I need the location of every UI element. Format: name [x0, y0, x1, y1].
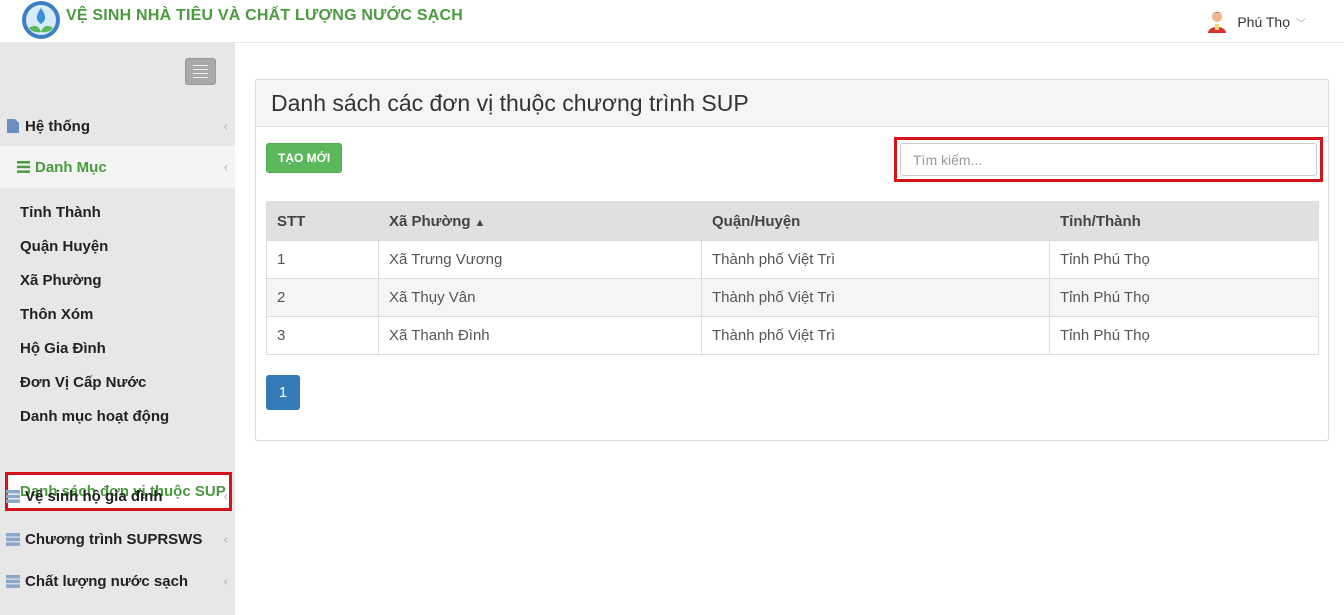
cell-stt: 3: [266, 316, 379, 355]
server-icon: [6, 574, 20, 588]
cell-tinh-thanh: Tỉnh Phú Thọ: [1049, 240, 1319, 279]
cell-tinh-thanh: Tỉnh Phú Thọ: [1049, 316, 1319, 355]
sidebar-subitem-ho-gia-dinh[interactable]: Hộ Gia Đình: [20, 340, 106, 357]
user-menu[interactable]: Phú Thọ ﹀: [1205, 10, 1306, 34]
sidebar-item-danh-muc[interactable]: Danh Mục ‹: [0, 146, 235, 188]
chevron-left-icon: ‹: [223, 118, 228, 134]
file-icon: [6, 119, 20, 133]
sidebar-subitem-quan-huyen[interactable]: Quận Huyện: [20, 238, 108, 255]
column-header-xa-phuong[interactable]: Xã Phường ▲: [378, 201, 702, 241]
search-input[interactable]: [900, 143, 1317, 176]
cell-xa-phuong: Xã Thụy Vân: [378, 278, 702, 317]
sidebar-item-label: Danh Mục: [35, 158, 107, 176]
search-highlight: [894, 137, 1323, 182]
chevron-left-icon: ‹: [223, 488, 228, 504]
column-header-stt[interactable]: STT: [266, 201, 379, 241]
column-header-tinh-thanh[interactable]: Tỉnh/Thành: [1049, 201, 1319, 241]
page-title: Danh sách các đơn vị thuộc chương trình …: [256, 80, 1328, 127]
column-header-quan-huyen[interactable]: Quận/Huyện: [701, 201, 1050, 241]
cell-xa-phuong: Xã Thanh Đình: [378, 316, 702, 355]
pagination-page-button[interactable]: 1: [266, 375, 300, 410]
sidebar-subitem-thon-xom[interactable]: Thôn Xóm: [20, 306, 93, 323]
cell-quan-huyen: Thành phố Việt Trì: [701, 240, 1050, 279]
cell-tinh-thanh: Tỉnh Phú Thọ: [1049, 278, 1319, 317]
user-avatar-icon: [1208, 12, 1227, 33]
cell-stt: 1: [266, 240, 379, 279]
sidebar-toggle-button[interactable]: [185, 58, 216, 85]
sidebar-subitem-danh-muc-hoat-dong[interactable]: Danh mục hoạt động: [20, 408, 169, 425]
sidebar-item-label: Chương trình SUPRSWS: [25, 530, 203, 548]
sidebar-item-label: Chất lượng nước sạch: [25, 572, 189, 590]
chevron-left-icon: ‹: [223, 573, 228, 589]
cell-xa-phuong: Xã Trưng Vương: [378, 240, 702, 279]
sidebar-item-label: Hệ thống: [25, 117, 90, 135]
sidebar-item-chuong-trinh-suprsws[interactable]: Chương trình SUPRSWS ‹: [0, 528, 235, 550]
sidebar-subitem-tinh-thanh[interactable]: Tỉnh Thành: [20, 204, 101, 221]
app-title: VỆ SINH NHÀ TIÊU VÀ CHẤT LƯỢNG NƯỚC SẠCH: [66, 7, 463, 24]
create-new-button[interactable]: TẠO MỚI: [266, 143, 343, 173]
menu-icon: [193, 65, 208, 66]
sidebar: Hệ thống ‹ Danh Mục ‹ Tỉnh Thành Quận Hu…: [0, 43, 235, 615]
sort-up-icon: ▲: [474, 216, 486, 229]
table-header-row: STT Xã Phường ▲ Quận/Huyện Tỉnh/Thành: [266, 201, 1319, 241]
chevron-left-icon: ‹: [223, 531, 228, 547]
sidebar-subitem-xa-phuong[interactable]: Xã Phường: [20, 272, 102, 289]
sidebar-subitem-don-vi-cap-nuoc[interactable]: Đơn Vị Cấp Nước: [20, 374, 146, 391]
cell-stt: 2: [266, 278, 379, 317]
chevron-left-icon: ‹: [223, 159, 228, 175]
list-icon: [16, 161, 30, 173]
table-row[interactable]: 2 Xã Thụy Vân Thành phố Việt Trì Tỉnh Ph…: [266, 278, 1319, 317]
top-bar: VỆ SINH NHÀ TIÊU VÀ CHẤT LƯỢNG NƯỚC SẠCH…: [0, 0, 1344, 43]
server-icon: [6, 489, 20, 503]
sidebar-item-chat-luong-nuoc-sach[interactable]: Chất lượng nước sạch ‹: [0, 570, 235, 592]
sidebar-item-he-thong[interactable]: Hệ thống ‹: [0, 105, 235, 147]
units-table: STT Xã Phường ▲ Quận/Huyện Tỉnh/Thành 1 X…: [266, 201, 1319, 355]
sidebar-item-ve-sinh-ho-gia-dinh[interactable]: Vệ sinh hộ gia đình ‹: [0, 485, 235, 507]
server-icon: [6, 532, 20, 546]
logo-icon: [22, 1, 60, 39]
table-row[interactable]: 3 Xã Thanh Đình Thành phố Việt Trì Tỉnh …: [266, 316, 1319, 355]
user-name: Phú Thọ: [1237, 14, 1290, 30]
cell-quan-huyen: Thành phố Việt Trì: [701, 278, 1050, 317]
chevron-down-icon: ﹀: [1296, 18, 1306, 30]
table-row[interactable]: 1 Xã Trưng Vương Thành phố Việt Trì Tỉnh…: [266, 240, 1319, 279]
cell-quan-huyen: Thành phố Việt Trì: [701, 316, 1050, 355]
sidebar-item-label: Vệ sinh hộ gia đình: [25, 487, 163, 505]
content-panel: Danh sách các đơn vị thuộc chương trình …: [255, 79, 1329, 441]
